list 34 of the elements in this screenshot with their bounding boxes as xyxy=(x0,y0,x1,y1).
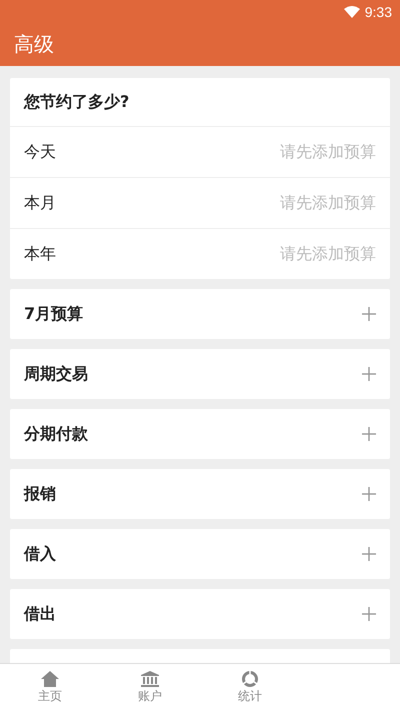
row-value: 请先添加预算 xyxy=(280,192,376,214)
row-value: 请先添加预算 xyxy=(280,244,376,264)
nav-tab[interactable]: 统计 xyxy=(200,664,300,712)
row-value: 请先添加预算 xyxy=(280,142,376,162)
section-card[interactable]: 周期交易 xyxy=(10,349,390,399)
nav-tab[interactable]: 主页 xyxy=(0,664,100,712)
section-title: 周期交易 xyxy=(24,364,88,384)
plus-icon[interactable] xyxy=(362,307,376,321)
section-card[interactable]: 借出 xyxy=(10,589,390,639)
card-title: 您节约了多少? xyxy=(24,92,130,112)
home-icon xyxy=(41,671,59,687)
row-label: 今天 xyxy=(24,142,56,162)
section-title: 分期付款 xyxy=(24,424,88,444)
plus-icon[interactable] xyxy=(362,427,376,441)
plus-icon[interactable] xyxy=(362,547,376,561)
screen-title: 高级 xyxy=(14,30,54,58)
section-title: 7月预算 xyxy=(24,304,84,324)
section-card[interactable]: 分期付款 xyxy=(10,409,390,459)
status-time: 9:33 xyxy=(364,4,392,20)
section-card[interactable]: 报销 xyxy=(10,469,390,519)
section-title: 借出 xyxy=(24,604,56,624)
nav-tab[interactable]: 账户 xyxy=(100,664,200,712)
section-card[interactable]: 借入 xyxy=(10,529,390,579)
bank-icon xyxy=(141,671,159,687)
row-label: 本年 xyxy=(24,244,56,264)
section-title: 报销 xyxy=(24,484,56,504)
row-label: 本月 xyxy=(24,192,56,214)
plus-icon[interactable] xyxy=(362,607,376,621)
section-card[interactable]: 7月预算 xyxy=(10,289,390,339)
plus-icon[interactable] xyxy=(362,367,376,381)
plus-icon[interactable] xyxy=(362,487,376,501)
section-title: 借入 xyxy=(24,544,56,564)
wifi-icon xyxy=(344,6,360,18)
chart-pie-icon xyxy=(241,671,259,687)
